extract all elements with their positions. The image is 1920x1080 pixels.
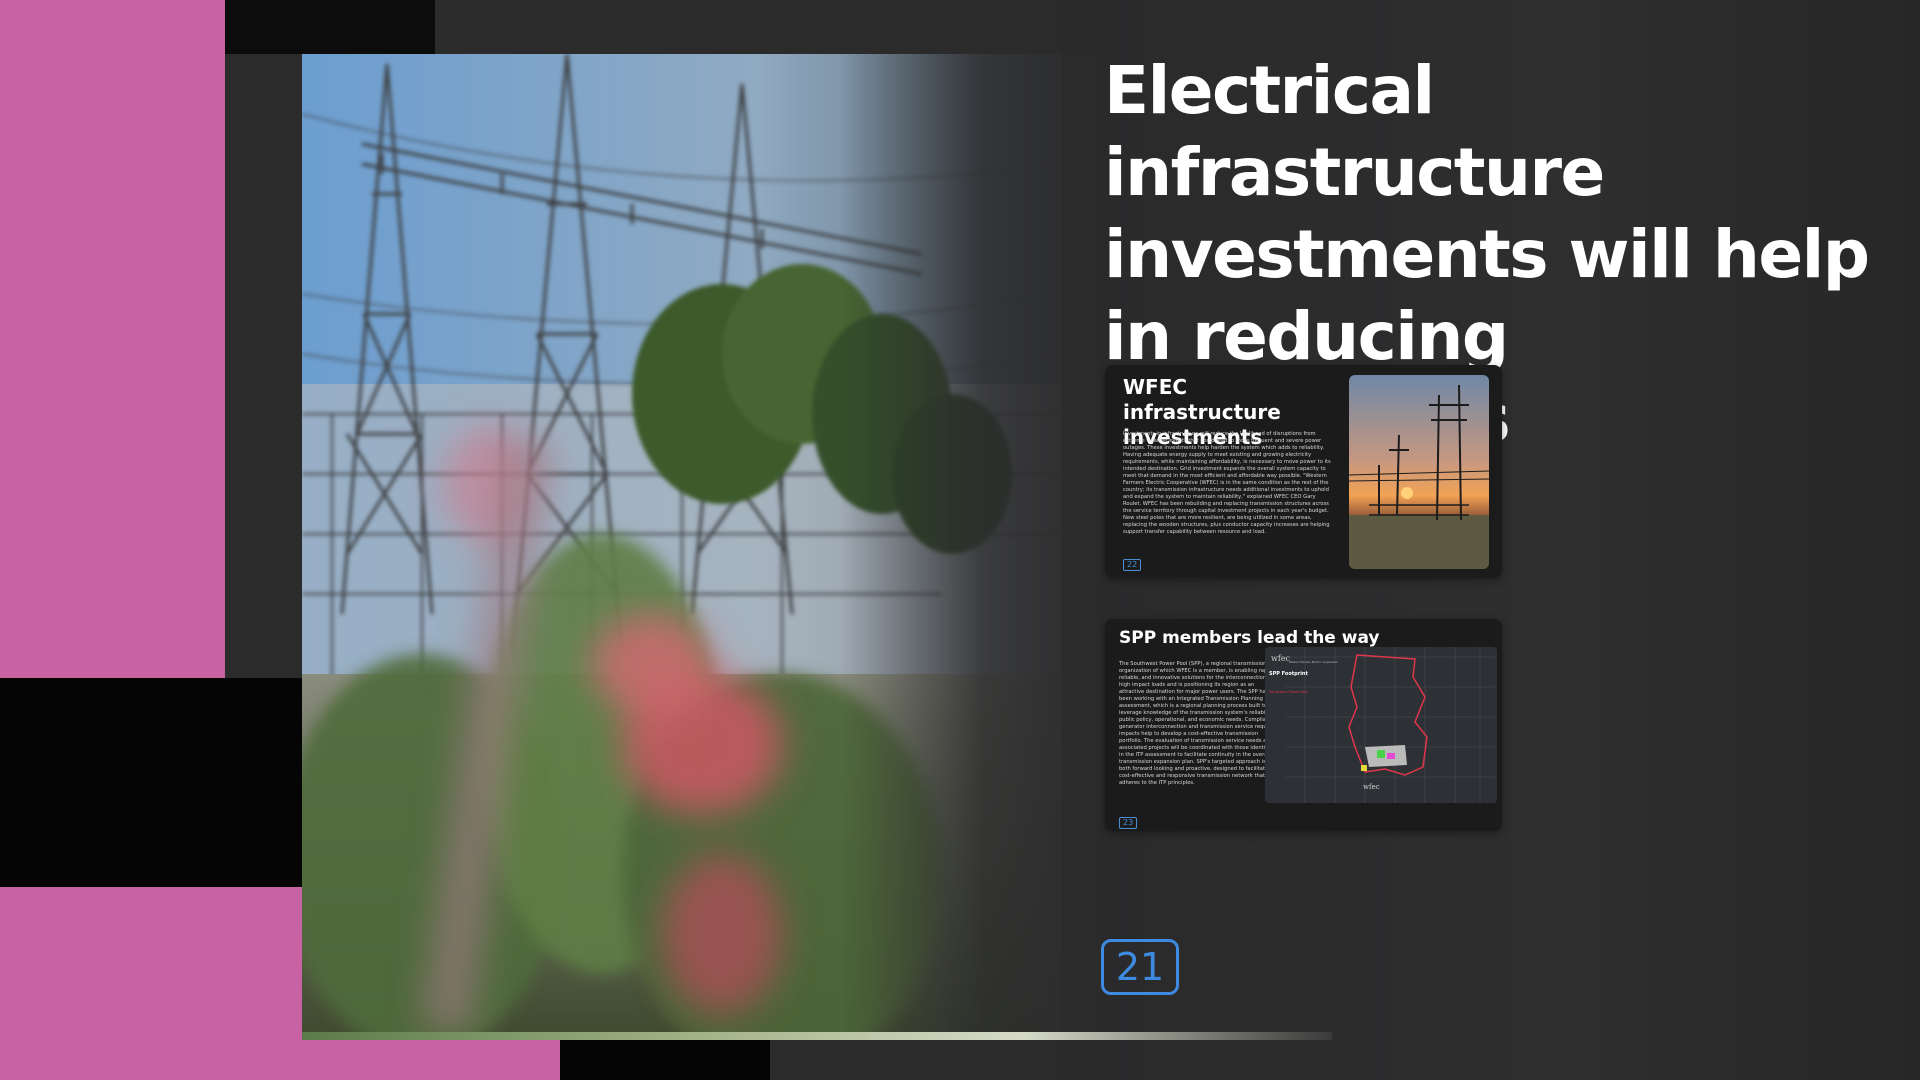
thumbnail-map-spp-footprint: wfec Western Farmers Electric Cooperativ…	[1265, 647, 1497, 803]
black-decor-block-top	[225, 0, 435, 54]
hero-photo-fade	[840, 54, 1100, 1040]
map-legend-label: SPP Footprint	[1269, 671, 1308, 677]
thumbnail-page-number: 22	[1123, 559, 1142, 571]
thumbnail-body-text: The Southwest Power Pool (SPP), a region…	[1119, 661, 1277, 786]
thumbnail-card-spp[interactable]: SPP members lead the way The Southwest P…	[1105, 619, 1502, 831]
thumbnail-card-wfec[interactable]: WFEC infrastructure investments Investme…	[1105, 365, 1502, 578]
black-decor-block-bottom	[560, 1040, 770, 1080]
pink-decor-block-top	[0, 0, 225, 678]
black-decor-block-left	[0, 678, 302, 887]
thumbnail-title: SPP members lead the way	[1119, 628, 1380, 648]
thumbnail-body-text: Investments in infrastructure will reduc…	[1123, 431, 1331, 535]
thumbnail-photo-sunset-substation	[1349, 375, 1489, 569]
page-number-badge: 21	[1101, 939, 1179, 995]
map-logo-text: wfec	[1271, 654, 1291, 663]
map-logo-text-bottom: wfec	[1363, 783, 1380, 791]
map-logo-subtitle: Western Farmers Electric Cooperative	[1289, 660, 1338, 664]
thumbnail-page-number: 23	[1119, 817, 1138, 829]
map-legend-spp: Southwest Power Pool	[1269, 690, 1307, 694]
bottom-image-strip	[302, 1032, 1332, 1040]
